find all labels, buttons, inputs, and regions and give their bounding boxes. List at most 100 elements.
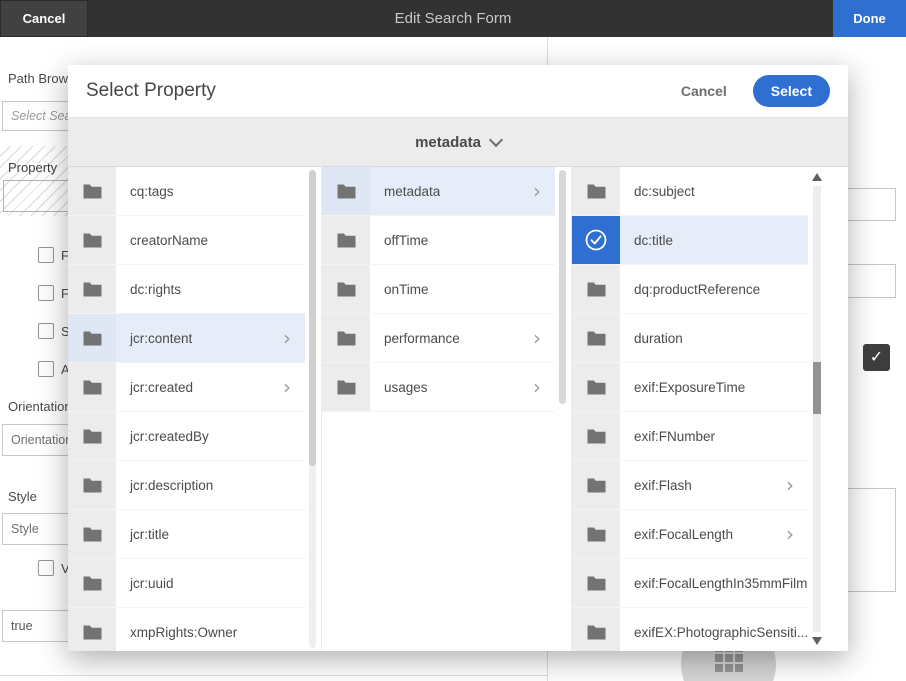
- scrollbar-thumb[interactable]: [309, 170, 316, 466]
- checkbox-unchecked[interactable]: [38, 285, 54, 301]
- folder-icon: [322, 265, 370, 313]
- list-item[interactable]: dc:subject: [572, 167, 808, 216]
- folder-icon: [68, 363, 116, 411]
- list-item[interactable]: dc:rights: [68, 265, 305, 314]
- item-label: jcr:uuid: [116, 576, 174, 591]
- chevron-right-icon: ›: [786, 524, 808, 544]
- item-label: exif:Flash: [620, 478, 692, 493]
- chevron-right-icon: ›: [283, 328, 305, 348]
- scroll-up-icon[interactable]: [812, 173, 822, 181]
- list-item[interactable]: exif:FNumber: [572, 412, 808, 461]
- folder-icon: [68, 265, 116, 313]
- item-label: dc:subject: [620, 184, 695, 199]
- folder-icon: [572, 559, 620, 607]
- checkbox-unchecked[interactable]: [38, 323, 54, 339]
- list-item[interactable]: metadata ›: [322, 167, 555, 216]
- list-item[interactable]: dc:title: [572, 216, 808, 265]
- list-item[interactable]: onTime: [322, 265, 555, 314]
- list-item[interactable]: exif:FocalLengthIn35mmFilm: [572, 559, 808, 608]
- checkbox-checked[interactable]: ✓: [863, 344, 890, 371]
- breadcrumb-label: metadata: [415, 134, 481, 151]
- item-label: performance: [370, 331, 460, 346]
- folder-icon: [68, 314, 116, 362]
- list-item[interactable]: dq:productReference: [572, 265, 808, 314]
- checkbox-unchecked[interactable]: [38, 361, 54, 377]
- column-1: cq:tagscreatorNamedc:rightsjcr:content›j…: [68, 167, 322, 651]
- bottom-divider: [0, 675, 547, 676]
- folder-icon: [572, 167, 620, 215]
- list-item[interactable]: duration: [572, 314, 808, 363]
- list-item[interactable]: exif:ExposureTime: [572, 363, 808, 412]
- miller-columns: cq:tagscreatorNamedc:rightsjcr:content›j…: [68, 167, 848, 651]
- list-item[interactable]: creatorName: [68, 216, 305, 265]
- folder-icon: [68, 412, 116, 460]
- property-label: Property: [8, 160, 57, 175]
- folder-icon: [68, 510, 116, 558]
- scrollbar-thumb[interactable]: [559, 170, 566, 404]
- list-item[interactable]: jcr:createdBy: [68, 412, 305, 461]
- folder-icon: [322, 314, 370, 362]
- dialog-title: Select Property: [86, 80, 675, 102]
- item-label: dc:title: [620, 233, 673, 248]
- dialog-select-button[interactable]: Select: [753, 75, 830, 107]
- list-item[interactable]: jcr:created ›: [68, 363, 305, 412]
- item-label: metadata: [370, 184, 440, 199]
- list-item[interactable]: exif:Flash›: [572, 461, 808, 510]
- chevron-right-icon: ›: [533, 377, 555, 397]
- folder-icon: [322, 216, 370, 264]
- orientation-label: Orientation: [8, 399, 72, 414]
- breadcrumb-dropdown[interactable]: metadata: [68, 117, 848, 167]
- folder-icon: [68, 608, 116, 651]
- folder-icon: [572, 363, 620, 411]
- checkbox-unchecked[interactable]: [38, 560, 54, 576]
- item-label: dc:rights: [116, 282, 181, 297]
- check-icon: [572, 216, 620, 264]
- scroll-down-icon[interactable]: [812, 637, 822, 645]
- topbar-cancel-button[interactable]: Cancel: [0, 0, 88, 37]
- scrollbar[interactable]: [812, 173, 822, 645]
- scrollbar[interactable]: [559, 170, 566, 648]
- item-label: creatorName: [116, 233, 208, 248]
- folder-icon: [68, 216, 116, 264]
- list-item[interactable]: offTime: [322, 216, 555, 265]
- list-item[interactable]: jcr:uuid: [68, 559, 305, 608]
- folder-icon: [68, 167, 116, 215]
- list-item[interactable]: jcr:content ›: [68, 314, 305, 363]
- list-item[interactable]: performance ›: [322, 314, 555, 363]
- folder-icon: [572, 265, 620, 313]
- folder-icon: [322, 167, 370, 215]
- dialog-header: Select Property Cancel Select: [68, 65, 848, 117]
- chevron-down-icon: [489, 132, 503, 146]
- list-item[interactable]: xmpRights:Owner: [68, 608, 305, 651]
- scrollbar-thumb[interactable]: [813, 362, 821, 414]
- screen: Path Browse Property File TyFile SizStat…: [0, 0, 906, 681]
- scrollbar[interactable]: [309, 170, 316, 648]
- list-item[interactable]: jcr:description: [68, 461, 305, 510]
- chevron-right-icon: ›: [533, 181, 555, 201]
- list-item[interactable]: exifEX:PhotographicSensiti...: [572, 608, 808, 651]
- list-item[interactable]: jcr:title: [68, 510, 305, 559]
- chevron-right-icon: ›: [533, 328, 555, 348]
- list-item[interactable]: cq:tags: [68, 167, 305, 216]
- column-2: metadata›offTimeonTimeperformance›usages…: [322, 167, 572, 651]
- folder-icon: [572, 461, 620, 509]
- checkbox-unchecked[interactable]: [38, 247, 54, 263]
- chevron-right-icon: ›: [283, 377, 305, 397]
- item-label: xmpRights:Owner: [116, 625, 237, 640]
- item-label: jcr:content: [116, 331, 192, 346]
- item-label: exif:FocalLengthIn35mmFilm: [620, 576, 807, 591]
- item-label: exif:FocalLength: [620, 527, 733, 542]
- item-label: exif:ExposureTime: [620, 380, 745, 395]
- topbar-done-button[interactable]: Done: [833, 0, 906, 37]
- dialog-cancel-button[interactable]: Cancel: [675, 82, 733, 100]
- item-label: usages: [370, 380, 428, 395]
- folder-icon: [68, 559, 116, 607]
- item-label: cq:tags: [116, 184, 174, 199]
- item-label: offTime: [370, 233, 428, 248]
- list-item[interactable]: exif:FocalLength ›: [572, 510, 808, 559]
- list-item[interactable]: usages ›: [322, 363, 555, 412]
- column-3: dc:subject dc:title dq:productReferencedur…: [572, 167, 848, 651]
- item-label: jcr:created: [116, 380, 193, 395]
- folder-icon: [572, 608, 620, 651]
- folder-icon: [572, 510, 620, 558]
